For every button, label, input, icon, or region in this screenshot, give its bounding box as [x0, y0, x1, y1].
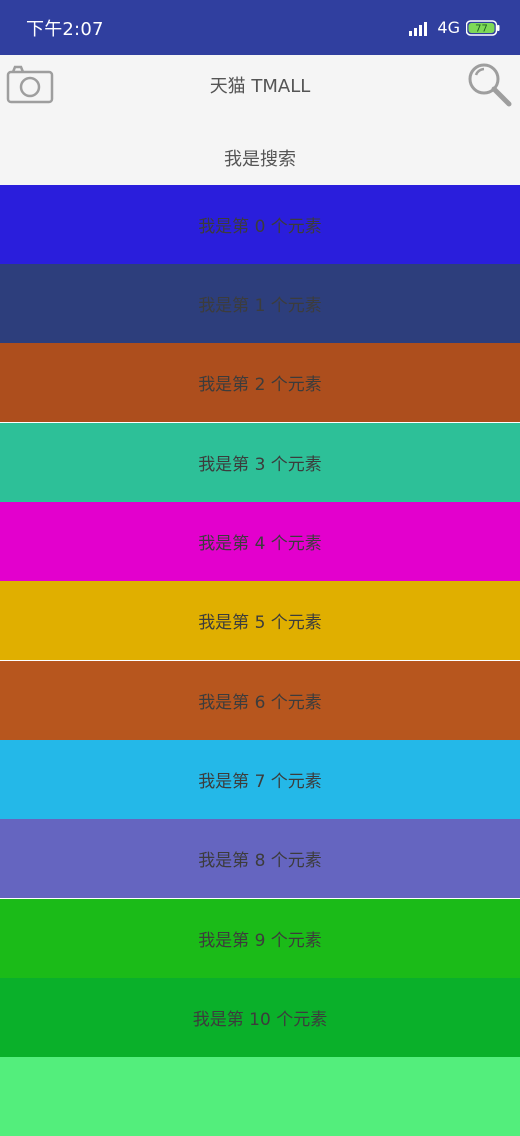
- list-item[interactable]: 我是第 3 个元素: [0, 423, 520, 502]
- list-item-label: 我是第 9 个元素: [198, 931, 322, 951]
- list-item[interactable]: 我是第 0 个元素: [0, 185, 520, 264]
- list-item-label: 我是第 6 个元素: [198, 693, 322, 713]
- list-item-label: 我是第 5 个元素: [198, 613, 322, 633]
- list-item[interactable]: 我是第 7 个元素: [0, 740, 520, 819]
- list-item[interactable]: 我是第 1 个元素: [0, 264, 520, 343]
- list-item[interactable]: 我是第 2 个元素: [0, 343, 520, 422]
- list-item[interactable]: 我是第 10 个元素: [0, 978, 520, 1057]
- list-item[interactable]: 我是第 4 个元素: [0, 502, 520, 581]
- list-item[interactable]: 我是第 8 个元素: [0, 819, 520, 898]
- magnifier-icon[interactable]: [466, 61, 514, 109]
- battery-level: 77: [475, 23, 488, 34]
- list-item-label: 我是第 7 个元素: [198, 772, 322, 792]
- list-item[interactable]: 我是第 9 个元素: [0, 899, 520, 978]
- list-item[interactable]: 我是第 6 个元素: [0, 661, 520, 740]
- network-type: 4G: [437, 18, 460, 37]
- app-title: 天猫 TMALL: [209, 76, 311, 97]
- list-item-label: 我是第 0 个元素: [198, 217, 322, 237]
- status-time: 下午2:07: [26, 18, 104, 40]
- list-item-label: 我是第 8 个元素: [198, 851, 322, 871]
- item-list[interactable]: 我是第 0 个元素 我是第 1 个元素 我是第 2 个元素 我是第 3 个元素 …: [0, 185, 520, 1136]
- list-item-label: 我是第 2 个元素: [198, 375, 322, 395]
- list-item-label: 我是第 3 个元素: [198, 455, 322, 475]
- list-item[interactable]: [0, 1057, 520, 1136]
- list-item-label: 我是第 1 个元素: [198, 296, 322, 316]
- list-item[interactable]: 我是第 5 个元素: [0, 581, 520, 660]
- header: 天猫 TMALL 我是搜索: [0, 55, 520, 185]
- list-item-label: 我是第 10 个元素: [192, 1010, 328, 1030]
- search-label[interactable]: 我是搜索: [0, 145, 520, 171]
- battery-icon: 77: [466, 19, 500, 36]
- list-item-label: 我是第 4 个元素: [198, 534, 322, 554]
- status-bar: 下午2:07 4G 77: [0, 0, 520, 55]
- signal-icon: [409, 21, 428, 36]
- status-indicators: 4G 77: [409, 18, 500, 37]
